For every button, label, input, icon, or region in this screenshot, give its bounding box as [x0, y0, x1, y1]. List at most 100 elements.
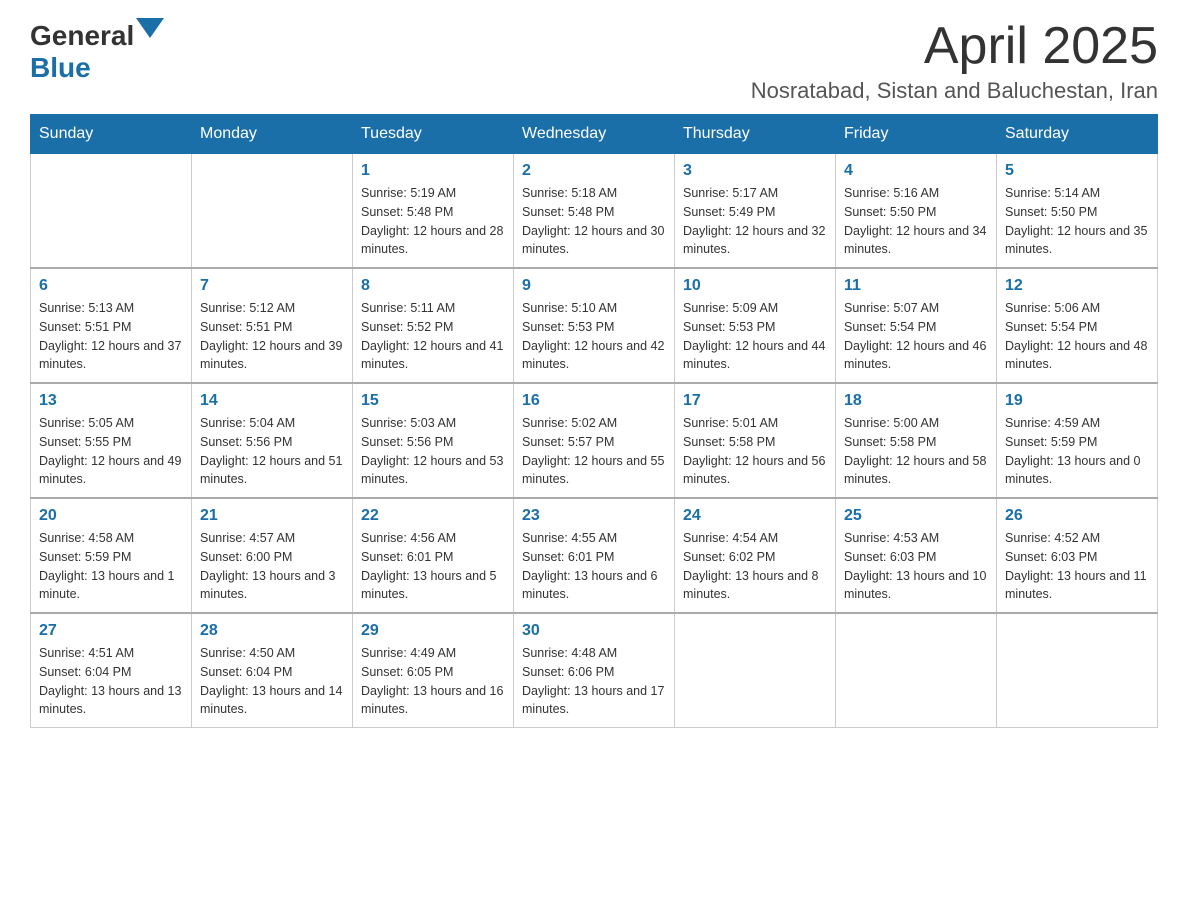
day-number: 18 — [844, 392, 988, 410]
day-info: Sunrise: 5:17 AMSunset: 5:49 PMDaylight:… — [683, 184, 827, 259]
day-number: 11 — [844, 277, 988, 295]
day-number: 17 — [683, 392, 827, 410]
calendar-week-row: 13 Sunrise: 5:05 AMSunset: 5:55 PMDayligh… — [31, 383, 1158, 498]
day-info: Sunrise: 5:09 AMSunset: 5:53 PMDaylight:… — [683, 299, 827, 374]
day-number: 26 — [1005, 507, 1149, 525]
day-info: Sunrise: 5:06 AMSunset: 5:54 PMDaylight:… — [1005, 299, 1149, 374]
day-info: Sunrise: 4:54 AMSunset: 6:02 PMDaylight:… — [683, 529, 827, 604]
day-info: Sunrise: 4:49 AMSunset: 6:05 PMDaylight:… — [361, 644, 505, 719]
table-row — [192, 154, 353, 269]
day-number: 6 — [39, 277, 183, 295]
day-info: Sunrise: 5:05 AMSunset: 5:55 PMDaylight:… — [39, 414, 183, 489]
day-number: 13 — [39, 392, 183, 410]
day-info: Sunrise: 4:58 AMSunset: 5:59 PMDaylight:… — [39, 529, 183, 604]
day-number: 15 — [361, 392, 505, 410]
table-row — [997, 613, 1158, 728]
table-row: 18 Sunrise: 5:00 AMSunset: 5:58 PMDayligh… — [836, 383, 997, 498]
day-info: Sunrise: 4:48 AMSunset: 6:06 PMDaylight:… — [522, 644, 666, 719]
table-row: 8 Sunrise: 5:11 AMSunset: 5:52 PMDaylight… — [353, 268, 514, 383]
table-row: 15 Sunrise: 5:03 AMSunset: 5:56 PMDayligh… — [353, 383, 514, 498]
table-row: 4 Sunrise: 5:16 AMSunset: 5:50 PMDaylight… — [836, 154, 997, 269]
logo: General Blue — [30, 20, 164, 84]
calendar-week-row: 1Sunrise: 5:19 AMSunset: 5:48 PMDaylight… — [31, 154, 1158, 269]
day-number: 19 — [1005, 392, 1149, 410]
day-info: Sunrise: 5:02 AMSunset: 5:57 PMDaylight:… — [522, 414, 666, 489]
table-row: 29 Sunrise: 4:49 AMSunset: 6:05 PMDayligh… — [353, 613, 514, 728]
table-row: 5 Sunrise: 5:14 AMSunset: 5:50 PMDaylight… — [997, 154, 1158, 269]
day-info: Sunrise: 5:13 AMSunset: 5:51 PMDaylight:… — [39, 299, 183, 374]
table-row: 28Sunrise: 4:50 AMSunset: 6:04 PMDayligh… — [192, 613, 353, 728]
table-row: 13 Sunrise: 5:05 AMSunset: 5:55 PMDayligh… — [31, 383, 192, 498]
calendar-table: Sunday Monday Tuesday Wednesday Thursday… — [30, 114, 1158, 728]
day-info: Sunrise: 5:04 AMSunset: 5:56 PMDaylight:… — [200, 414, 344, 489]
logo-general: General — [30, 20, 134, 52]
day-info: Sunrise: 4:53 AMSunset: 6:03 PMDaylight:… — [844, 529, 988, 604]
col-tuesday: Tuesday — [353, 115, 514, 154]
logo-blue: Blue — [30, 52, 91, 83]
col-friday: Friday — [836, 115, 997, 154]
day-number: 4 — [844, 162, 988, 180]
page-header: General Blue April 2025 Nosratabad, Sist… — [30, 20, 1158, 104]
day-number: 29 — [361, 622, 505, 640]
table-row: 23 Sunrise: 4:55 AMSunset: 6:01 PMDayligh… — [514, 498, 675, 613]
day-number: 5 — [1005, 162, 1149, 180]
day-number: 25 — [844, 507, 988, 525]
day-number: 22 — [361, 507, 505, 525]
table-row: 22 Sunrise: 4:56 AMSunset: 6:01 PMDayligh… — [353, 498, 514, 613]
day-number: 8 — [361, 277, 505, 295]
day-number: 20 — [39, 507, 183, 525]
day-info: Sunrise: 4:56 AMSunset: 6:01 PMDaylight:… — [361, 529, 505, 604]
day-number: 16 — [522, 392, 666, 410]
day-info: Sunrise: 5:18 AMSunset: 5:48 PMDaylight:… — [522, 184, 666, 259]
table-row: 27Sunrise: 4:51 AMSunset: 6:04 PMDayligh… — [31, 613, 192, 728]
day-info: Sunrise: 5:11 AMSunset: 5:52 PMDaylight:… — [361, 299, 505, 374]
day-number: 9 — [522, 277, 666, 295]
day-info: Sunrise: 5:00 AMSunset: 5:58 PMDaylight:… — [844, 414, 988, 489]
day-info: Sunrise: 4:50 AMSunset: 6:04 PMDaylight:… — [200, 644, 344, 719]
day-info: Sunrise: 5:03 AMSunset: 5:56 PMDaylight:… — [361, 414, 505, 489]
table-row: 9 Sunrise: 5:10 AMSunset: 5:53 PMDaylight… — [514, 268, 675, 383]
day-info: Sunrise: 5:12 AMSunset: 5:51 PMDaylight:… — [200, 299, 344, 374]
table-row: 14Sunrise: 5:04 AMSunset: 5:56 PMDayligh… — [192, 383, 353, 498]
col-saturday: Saturday — [997, 115, 1158, 154]
day-info: Sunrise: 5:10 AMSunset: 5:53 PMDaylight:… — [522, 299, 666, 374]
calendar-header-row: Sunday Monday Tuesday Wednesday Thursday… — [31, 115, 1158, 154]
table-row — [675, 613, 836, 728]
day-info: Sunrise: 5:14 AMSunset: 5:50 PMDaylight:… — [1005, 184, 1149, 259]
table-row: 3Sunrise: 5:17 AMSunset: 5:49 PMDaylight… — [675, 154, 836, 269]
day-number: 2 — [522, 162, 666, 180]
day-info: Sunrise: 5:16 AMSunset: 5:50 PMDaylight:… — [844, 184, 988, 259]
day-info: Sunrise: 5:07 AMSunset: 5:54 PMDaylight:… — [844, 299, 988, 374]
table-row: 30 Sunrise: 4:48 AMSunset: 6:06 PMDayligh… — [514, 613, 675, 728]
table-row: 19 Sunrise: 4:59 AMSunset: 5:59 PMDayligh… — [997, 383, 1158, 498]
day-info: Sunrise: 4:57 AMSunset: 6:00 PMDaylight:… — [200, 529, 344, 604]
table-row: 1Sunrise: 5:19 AMSunset: 5:48 PMDaylight… — [353, 154, 514, 269]
table-row: 25 Sunrise: 4:53 AMSunset: 6:03 PMDayligh… — [836, 498, 997, 613]
col-sunday: Sunday — [31, 115, 192, 154]
col-wednesday: Wednesday — [514, 115, 675, 154]
calendar-week-row: 6 Sunrise: 5:13 AMSunset: 5:51 PMDaylight… — [31, 268, 1158, 383]
day-number: 27 — [39, 622, 183, 640]
table-row: 21Sunrise: 4:57 AMSunset: 6:00 PMDayligh… — [192, 498, 353, 613]
day-info: Sunrise: 4:59 AMSunset: 5:59 PMDaylight:… — [1005, 414, 1149, 489]
location-subtitle: Nosratabad, Sistan and Baluchestan, Iran — [751, 78, 1158, 104]
table-row: 7Sunrise: 5:12 AMSunset: 5:51 PMDaylight… — [192, 268, 353, 383]
col-thursday: Thursday — [675, 115, 836, 154]
day-number: 23 — [522, 507, 666, 525]
day-info: Sunrise: 4:52 AMSunset: 6:03 PMDaylight:… — [1005, 529, 1149, 604]
day-info: Sunrise: 5:19 AMSunset: 5:48 PMDaylight:… — [361, 184, 505, 259]
table-row: 11 Sunrise: 5:07 AMSunset: 5:54 PMDayligh… — [836, 268, 997, 383]
table-row: 17 Sunrise: 5:01 AMSunset: 5:58 PMDayligh… — [675, 383, 836, 498]
table-row — [31, 154, 192, 269]
table-row: 6 Sunrise: 5:13 AMSunset: 5:51 PMDaylight… — [31, 268, 192, 383]
col-monday: Monday — [192, 115, 353, 154]
table-row: 24Sunrise: 4:54 AMSunset: 6:02 PMDayligh… — [675, 498, 836, 613]
table-row: 16 Sunrise: 5:02 AMSunset: 5:57 PMDayligh… — [514, 383, 675, 498]
day-number: 30 — [522, 622, 666, 640]
month-year-title: April 2025 — [751, 20, 1158, 72]
day-number: 10 — [683, 277, 827, 295]
logo-icon — [136, 18, 164, 46]
day-info: Sunrise: 5:01 AMSunset: 5:58 PMDaylight:… — [683, 414, 827, 489]
table-row: 10 Sunrise: 5:09 AMSunset: 5:53 PMDayligh… — [675, 268, 836, 383]
day-info: Sunrise: 4:55 AMSunset: 6:01 PMDaylight:… — [522, 529, 666, 604]
